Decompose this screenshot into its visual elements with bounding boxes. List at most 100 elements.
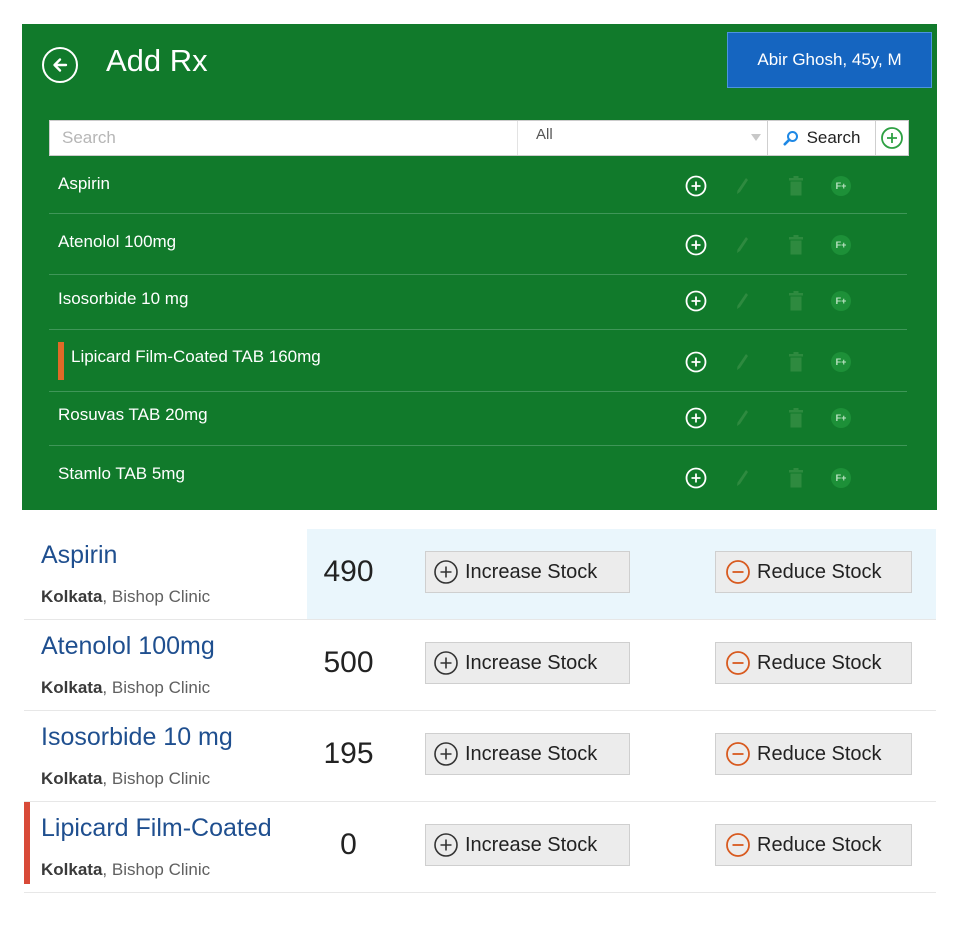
dropdown-arrow-icon — [751, 134, 761, 141]
stock-drug-name: Isosorbide 10 mg — [41, 723, 233, 751]
stock-city: Kolkata — [41, 587, 103, 606]
favorite-plus-label: F+ — [831, 176, 851, 196]
favorite-plus-icon[interactable]: F+ — [829, 466, 853, 490]
rx-item-name: Stamlo TAB 5mg — [58, 464, 185, 483]
stock-row[interactable]: Aspirin Kolkata, Bishop Clinic 490 Incre… — [24, 529, 936, 620]
increase-stock-button[interactable]: Increase Stock — [425, 642, 630, 684]
reduce-stock-label: Reduce Stock — [757, 742, 882, 765]
rx-list-item[interactable]: Isosorbide 10 mg F+ — [49, 275, 907, 330]
stock-list: Aspirin Kolkata, Bishop Clinic 490 Incre… — [24, 529, 936, 893]
page-title: Add Rx — [106, 43, 208, 78]
add-circle-icon — [881, 127, 903, 149]
stock-quantity: 195 — [323, 737, 374, 770]
pencil-icon — [730, 289, 754, 313]
rx-list-item[interactable]: Stamlo TAB 5mg F+ — [49, 446, 907, 506]
reduce-stock-button[interactable]: Reduce Stock — [715, 733, 912, 775]
favorite-plus-label: F+ — [831, 468, 851, 488]
increase-stock-label: Increase Stock — [465, 742, 598, 765]
minus-circle-icon — [726, 651, 750, 675]
rx-search-results: Aspirin F+ Atenolol 100mg F+ Isosorbide … — [49, 158, 907, 506]
reduce-stock-label: Reduce Stock — [757, 833, 882, 856]
search-button-label: Search — [806, 128, 861, 147]
minus-circle-icon — [726, 742, 750, 766]
stock-row-alert[interactable]: Lipicard Film-Coated Kolkata, Bishop Cli… — [24, 802, 936, 893]
stock-location: Kolkata, Bishop Clinic — [41, 587, 210, 607]
reduce-stock-button[interactable]: Reduce Stock — [715, 642, 912, 684]
stock-city: Kolkata — [41, 769, 103, 788]
favorite-plus-label: F+ — [831, 235, 851, 255]
stock-row[interactable]: Isosorbide 10 mg Kolkata, Bishop Clinic … — [24, 711, 936, 802]
rx-item-name: Aspirin — [58, 174, 110, 193]
back-button[interactable] — [42, 47, 78, 83]
reduce-stock-label: Reduce Stock — [757, 651, 882, 674]
search-button[interactable]: Search — [767, 121, 875, 155]
add-circle-icon — [434, 833, 458, 857]
trash-icon — [784, 233, 808, 257]
add-rx-panel: Add Rx Abir Ghosh, 45y, M All Search Asp… — [22, 24, 937, 510]
pencil-icon — [730, 406, 754, 430]
rx-list-item[interactable]: Rosuvas TAB 20mg F+ — [49, 392, 907, 446]
add-new-drug-button[interactable] — [875, 121, 908, 155]
favorite-plus-icon[interactable]: F+ — [829, 350, 853, 374]
low-stock-marker — [24, 802, 30, 884]
increase-stock-button[interactable]: Increase Stock — [425, 733, 630, 775]
stock-quantity: 490 — [323, 555, 374, 588]
add-circle-icon[interactable] — [684, 466, 708, 490]
search-bar: All Search — [49, 120, 909, 156]
add-circle-icon — [434, 742, 458, 766]
stock-quantity: 500 — [323, 646, 374, 679]
patient-badge[interactable]: Abir Ghosh, 45y, M — [727, 32, 932, 88]
stock-location: Kolkata, Bishop Clinic — [41, 860, 210, 880]
stock-quantity: 0 — [340, 828, 357, 861]
filter-selected-value: All — [536, 126, 553, 143]
stock-location: Kolkata, Bishop Clinic — [41, 769, 210, 789]
pencil-icon — [730, 174, 754, 198]
add-circle-icon[interactable] — [684, 174, 708, 198]
add-circle-icon[interactable] — [684, 350, 708, 374]
favorite-plus-icon[interactable]: F+ — [829, 406, 853, 430]
add-circle-icon — [434, 651, 458, 675]
rx-list-item[interactable]: Atenolol 100mg F+ — [49, 214, 907, 275]
increase-stock-label: Increase Stock — [465, 560, 598, 583]
stock-location: Kolkata, Bishop Clinic — [41, 678, 210, 698]
rx-list-item-selected[interactable]: Lipicard Film-Coated TAB 160mg F+ — [49, 330, 907, 392]
increase-stock-button[interactable]: Increase Stock — [425, 551, 630, 593]
favorite-plus-icon[interactable]: F+ — [829, 233, 853, 257]
stock-clinic: , Bishop Clinic — [102, 769, 211, 788]
pencil-icon — [730, 350, 754, 374]
reduce-stock-button[interactable]: Reduce Stock — [715, 824, 912, 866]
stock-drug-name: Lipicard Film-Coated — [41, 814, 272, 842]
stock-clinic: , Bishop Clinic — [102, 678, 211, 697]
favorite-plus-icon[interactable]: F+ — [829, 289, 853, 313]
stock-clinic: , Bishop Clinic — [102, 860, 211, 879]
search-input[interactable] — [50, 121, 517, 155]
stock-drug-name: Atenolol 100mg — [41, 632, 215, 660]
stock-clinic: , Bishop Clinic — [102, 587, 211, 606]
selected-marker — [58, 342, 64, 380]
minus-circle-icon — [726, 833, 750, 857]
favorite-plus-label: F+ — [831, 408, 851, 428]
favorite-plus-label: F+ — [831, 291, 851, 311]
add-circle-icon[interactable] — [684, 289, 708, 313]
stock-row[interactable]: Atenolol 100mg Kolkata, Bishop Clinic 50… — [24, 620, 936, 711]
pencil-icon — [730, 233, 754, 257]
rx-item-name: Isosorbide 10 mg — [58, 289, 189, 308]
add-circle-icon — [434, 560, 458, 584]
increase-stock-button[interactable]: Increase Stock — [425, 824, 630, 866]
stock-city: Kolkata — [41, 860, 103, 879]
category-filter-select[interactable]: All — [517, 121, 767, 155]
rx-item-name: Lipicard Film-Coated TAB 160mg — [71, 347, 321, 366]
rx-item-name: Atenolol 100mg — [58, 232, 177, 251]
trash-icon — [784, 289, 808, 313]
stock-drug-name: Aspirin — [41, 541, 118, 569]
add-circle-icon[interactable] — [684, 406, 708, 430]
trash-icon — [784, 406, 808, 430]
favorite-plus-icon[interactable]: F+ — [829, 174, 853, 198]
rx-list-item[interactable]: Aspirin F+ — [49, 158, 907, 214]
increase-stock-label: Increase Stock — [465, 651, 598, 674]
search-icon — [783, 131, 798, 146]
add-circle-icon[interactable] — [684, 233, 708, 257]
stock-city: Kolkata — [41, 678, 103, 697]
reduce-stock-button[interactable]: Reduce Stock — [715, 551, 912, 593]
trash-icon — [784, 350, 808, 374]
